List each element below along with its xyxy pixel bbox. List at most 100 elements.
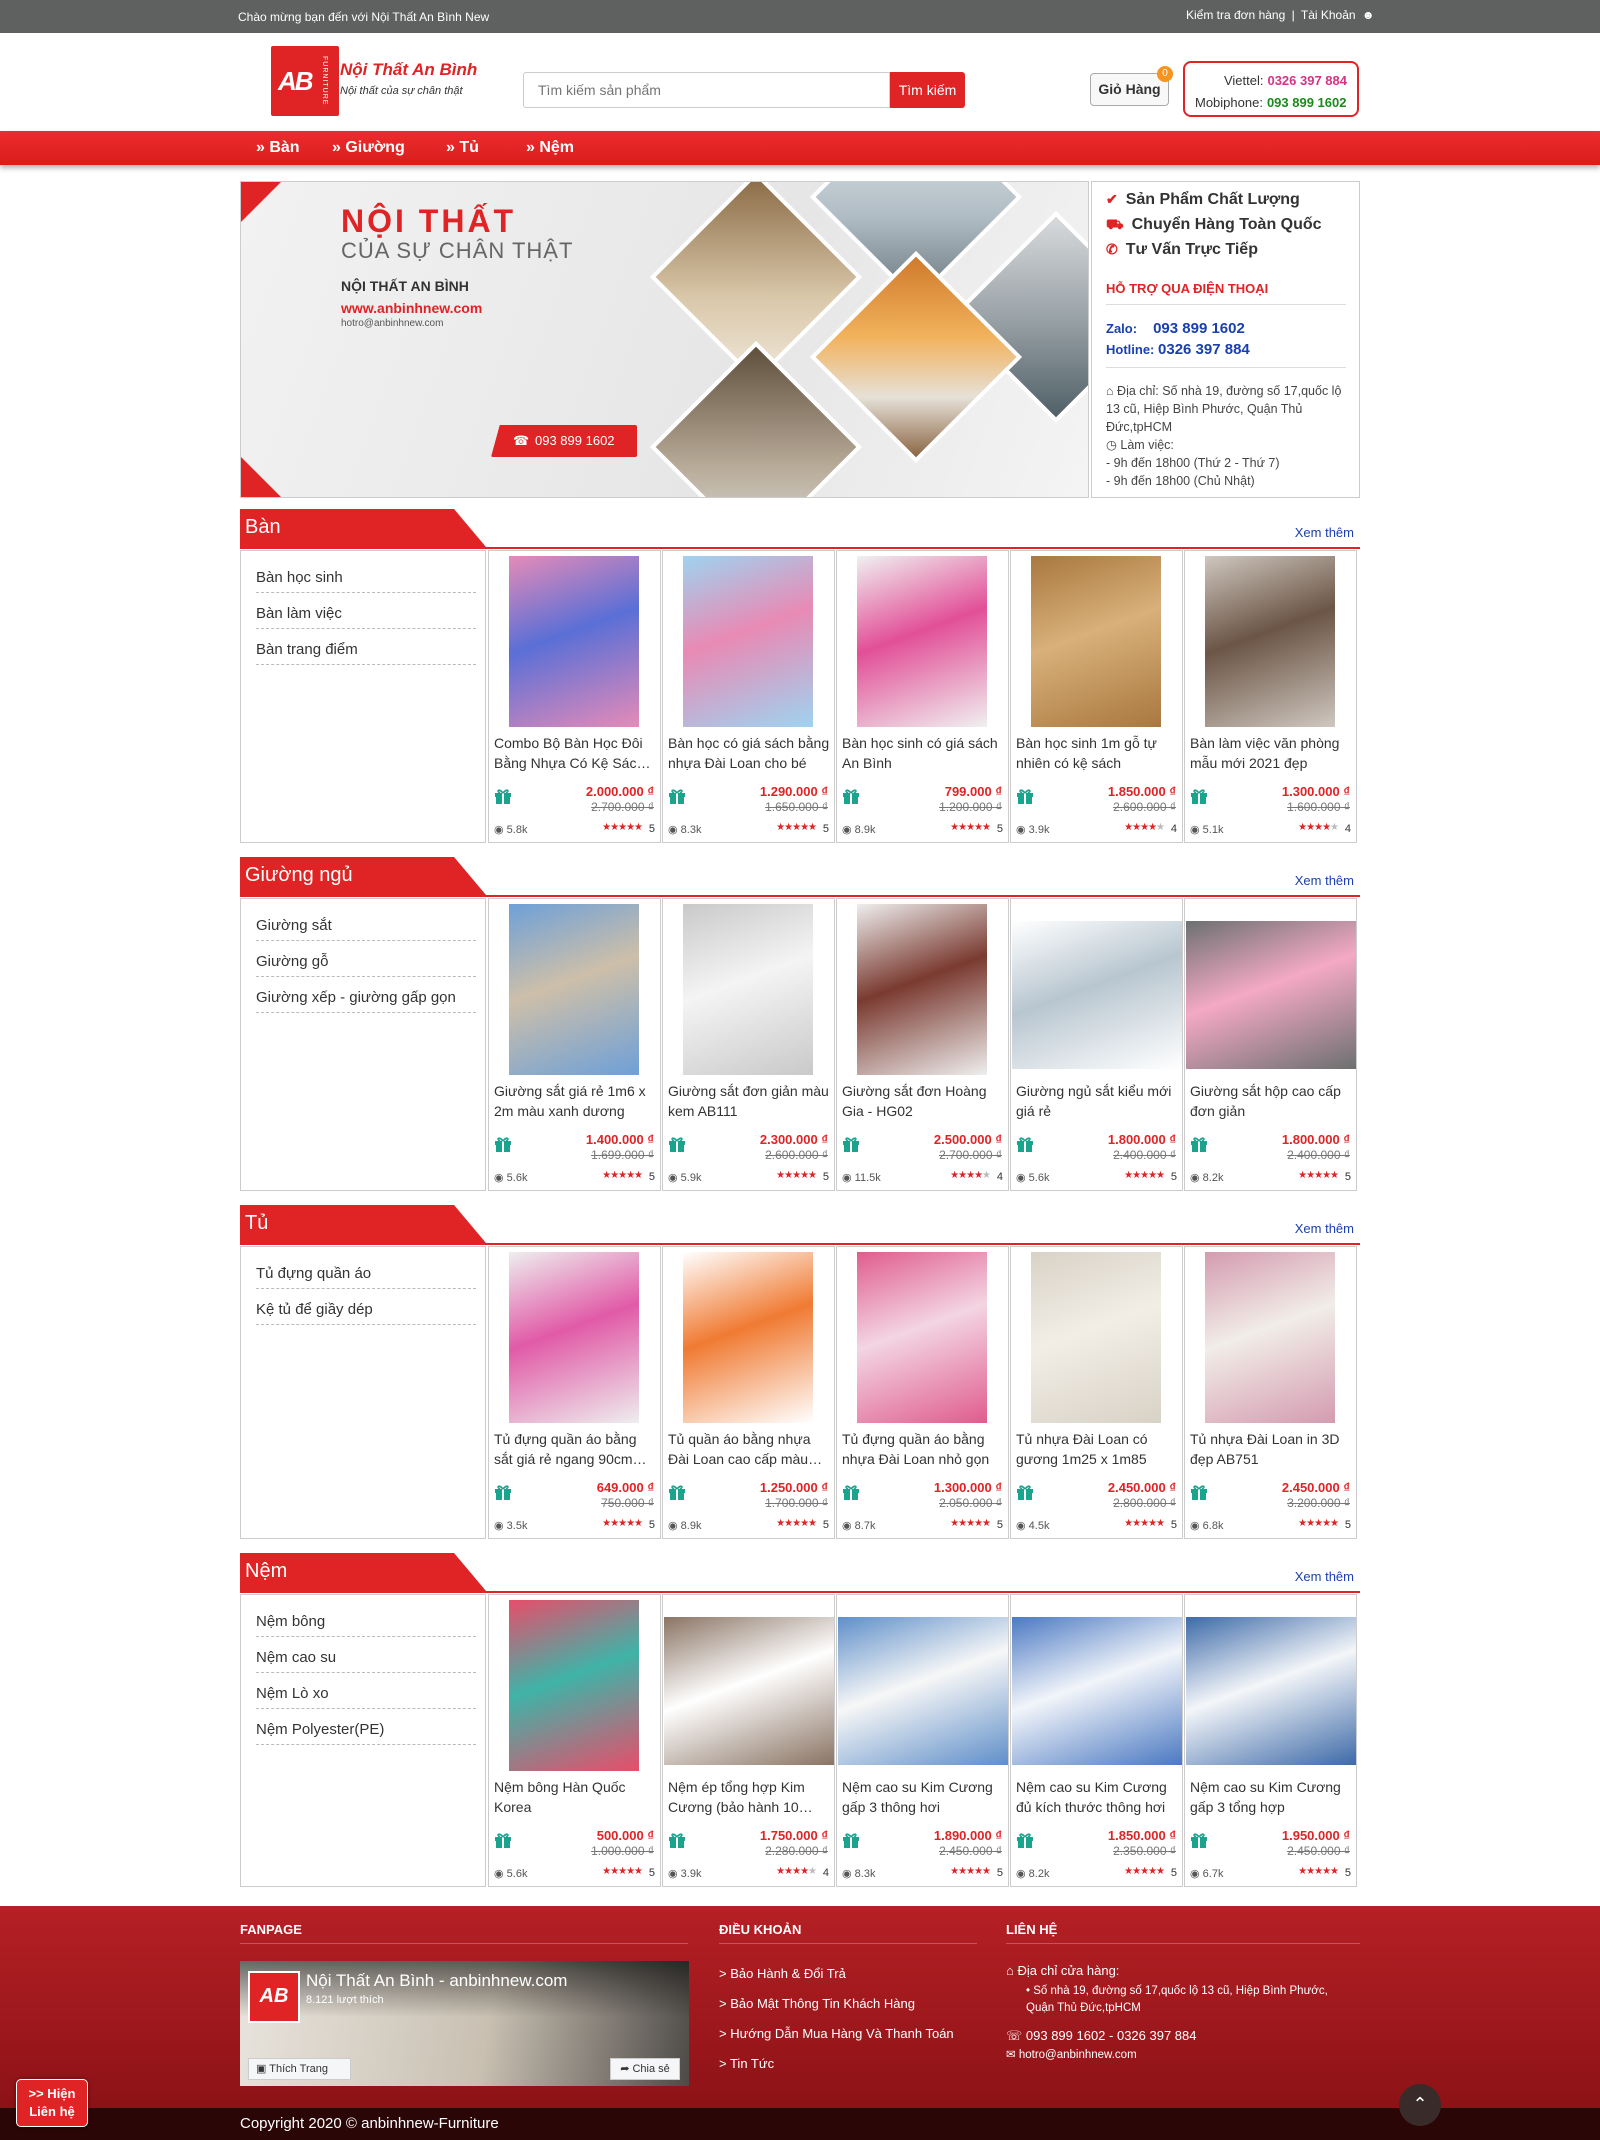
product-name[interactable]: Tủ quần áo bằng nhựa Đài Loan cao cấp mà… xyxy=(668,1429,832,1469)
check-order-link[interactable]: Kiểm tra đơn hàng xyxy=(1186,8,1285,22)
product-card[interactable]: Giường sắt đơn Hoàng Gia - HG02 2.500.000… xyxy=(836,898,1009,1191)
product-image[interactable] xyxy=(509,1600,639,1771)
product-image[interactable] xyxy=(683,1252,813,1423)
scroll-top-button[interactable]: ⌃ xyxy=(1399,2084,1441,2126)
product-image[interactable] xyxy=(857,904,987,1075)
product-card[interactable]: Giường sắt đơn giản màu kem AB111 2.300.0… xyxy=(662,898,835,1191)
subcategory-link[interactable]: Giường xếp - giường gấp gọn xyxy=(256,989,476,1013)
logo[interactable]: AB FURNITURE xyxy=(271,46,339,116)
product-name[interactable]: Nệm cao su Kim Cương gấp 3 thông hơi xyxy=(842,1777,1006,1817)
product-card[interactable]: Nệm cao su Kim Cương gấp 3 tổng hợp 1.950… xyxy=(1184,1594,1357,1887)
product-name[interactable]: Giường ngủ sắt kiểu mới giá rẻ xyxy=(1016,1081,1180,1121)
product-card[interactable]: Bàn làm việc văn phòng mẫu mới 2021 đẹp 1… xyxy=(1184,550,1357,843)
product-card[interactable]: Tủ nhựa Đài Loan in 3D đẹp AB751 2.450.00… xyxy=(1184,1246,1357,1539)
brand-name[interactable]: Nội Thất An Bình xyxy=(340,60,477,80)
product-name[interactable]: Giường sắt đơn Hoàng Gia - HG02 xyxy=(842,1081,1006,1121)
product-card[interactable]: Nệm cao su Kim Cương đủ kích thước thông… xyxy=(1010,1594,1183,1887)
hotline-number[interactable]: 0326 397 884 xyxy=(1158,341,1250,358)
see-more-link[interactable]: Xem thêm xyxy=(1295,1221,1354,1236)
product-name[interactable]: Tủ nhựa Đài Loan có gương 1m25 x 1m85 xyxy=(1016,1429,1180,1469)
product-name[interactable]: Tủ nhựa Đài Loan in 3D đẹp AB751 xyxy=(1190,1429,1354,1469)
product-card[interactable]: Giường sắt giá rẻ 1m6 x 2m màu xanh dươn… xyxy=(488,898,661,1191)
subcategory-link[interactable]: Tủ đựng quần áo xyxy=(256,1265,476,1289)
product-card[interactable]: Tủ quần áo bằng nhựa Đài Loan cao cấp mà… xyxy=(662,1246,835,1539)
show-contact-button[interactable]: >> Hiện Liên hệ xyxy=(16,2079,88,2127)
product-card[interactable]: Tủ đựng quần áo bằng nhựa Đài Loan nhỏ g… xyxy=(836,1246,1009,1539)
product-card[interactable]: Giường ngủ sắt kiểu mới giá rẻ 1.800.000 … xyxy=(1010,898,1183,1191)
product-card[interactable]: Tủ đựng quần áo bằng sắt giá rẻ ngang 90… xyxy=(488,1246,661,1539)
search-button[interactable]: Tìm kiếm xyxy=(890,72,965,108)
product-name[interactable]: Nệm ép tổng hợp Kim Cương (bảo hành 10 n… xyxy=(668,1777,832,1817)
see-more-link[interactable]: Xem thêm xyxy=(1295,1569,1354,1584)
category-title[interactable]: Bàn xyxy=(240,509,486,547)
product-image[interactable] xyxy=(857,556,987,727)
mobi-number[interactable]: 093 899 1602 xyxy=(1267,95,1347,110)
product-card[interactable]: Nệm ép tổng hợp Kim Cương (bảo hành 10 n… xyxy=(662,1594,835,1887)
nav-item-giuong[interactable]: » Giường xyxy=(332,139,405,157)
product-name[interactable]: Giường sắt giá rẻ 1m6 x 2m màu xanh dươn… xyxy=(494,1081,658,1121)
product-image[interactable] xyxy=(1205,1252,1335,1423)
subcategory-link[interactable]: Giường gỗ xyxy=(256,953,476,977)
product-image[interactable] xyxy=(1031,556,1161,727)
product-image[interactable] xyxy=(838,1617,1008,1765)
product-image[interactable] xyxy=(509,556,639,727)
product-image[interactable] xyxy=(683,904,813,1075)
product-name[interactable]: Tủ đựng quần áo bằng sắt giá rẻ ngang 90… xyxy=(494,1429,658,1469)
subcategory-link[interactable]: Bàn làm việc xyxy=(256,605,476,629)
share-button[interactable]: ➦ Chia sẻ xyxy=(610,2058,680,2080)
product-image[interactable] xyxy=(509,904,639,1075)
terms-link-privacy[interactable]: > Bảo Mật Thông Tin Khách Hàng xyxy=(719,1996,915,2011)
product-image[interactable] xyxy=(1031,1252,1161,1423)
product-card[interactable]: Bàn học sinh 1m gỗ tự nhiên có kệ sách 1.… xyxy=(1010,550,1183,843)
product-image[interactable] xyxy=(1186,921,1356,1069)
subcategory-link[interactable]: Kệ tủ để giầy dép xyxy=(256,1301,476,1325)
product-name[interactable]: Combo Bộ Bàn Học Đôi Bằng Nhựa Có Kệ Sác… xyxy=(494,733,658,773)
subcategory-link[interactable]: Nệm bông xyxy=(256,1613,476,1637)
product-image[interactable] xyxy=(857,1252,987,1423)
product-name[interactable]: Nệm cao su Kim Cương gấp 3 tổng hợp xyxy=(1190,1777,1354,1817)
search-input[interactable] xyxy=(523,72,890,108)
product-name[interactable]: Nệm cao su Kim Cương đủ kích thước thông… xyxy=(1016,1777,1180,1817)
subcategory-link[interactable]: Nệm Lò xo xyxy=(256,1685,476,1709)
subcategory-link[interactable]: Bàn trang điểm xyxy=(256,641,476,665)
product-card[interactable]: Bàn học có giá sách bằng nhựa Đài Loan c… xyxy=(662,550,835,843)
subcategory-link[interactable]: Bàn học sinh xyxy=(256,569,476,593)
like-page-button[interactable]: ▣ Thích Trang xyxy=(248,2058,351,2080)
product-name[interactable]: Tủ đựng quần áo bằng nhựa Đài Loan nhỏ g… xyxy=(842,1429,1006,1469)
product-card[interactable]: Bàn học sinh có giá sách An Bình 799.000 … xyxy=(836,550,1009,843)
product-image[interactable] xyxy=(1186,1617,1356,1765)
product-name[interactable]: Bàn học sinh 1m gỗ tự nhiên có kệ sách xyxy=(1016,733,1180,773)
zalo-number[interactable]: 093 899 1602 xyxy=(1153,320,1245,337)
product-name[interactable]: Bàn học có giá sách bằng nhựa Đài Loan c… xyxy=(668,733,832,773)
nav-item-nem[interactable]: » Nệm xyxy=(526,139,574,157)
product-image[interactable] xyxy=(1205,556,1335,727)
product-image[interactable] xyxy=(509,1252,639,1423)
product-card[interactable]: Nệm cao su Kim Cương gấp 3 thông hơi 1.89… xyxy=(836,1594,1009,1887)
product-name[interactable]: Giường sắt đơn giản màu kem AB111 xyxy=(668,1081,832,1121)
hero-banner[interactable]: NỘI THẤT CỦA SỰ CHÂN THẬT NỘI THẤT AN BÌ… xyxy=(240,181,1089,498)
product-card[interactable]: Nệm bông Hàn Quốc Korea 500.000 ₫ 1.000.00… xyxy=(488,1594,661,1887)
see-more-link[interactable]: Xem thêm xyxy=(1295,873,1354,888)
fanpage-name[interactable]: Nội Thất An Bình - anbinhnew.com xyxy=(306,1971,567,1991)
terms-link-guide[interactable]: > Hướng Dẫn Mua Hàng Và Thanh Toán xyxy=(719,2026,954,2041)
contact-email[interactable]: ✉ hotro@anbinhnew.com xyxy=(1006,2047,1137,2061)
facebook-fanpage[interactable]: AB Nội Thất An Bình - anbinhnew.com 8.12… xyxy=(240,1961,689,2086)
terms-link-news[interactable]: > Tin Tức xyxy=(719,2056,774,2071)
nav-item-tu[interactable]: » Tủ xyxy=(446,139,479,157)
terms-link-warranty[interactable]: > Bảo Hành & Đổi Trả xyxy=(719,1966,846,1981)
viettel-number[interactable]: 0326 397 884 xyxy=(1267,73,1347,88)
category-title[interactable]: Giường ngủ xyxy=(240,857,486,895)
product-image[interactable] xyxy=(683,556,813,727)
product-name[interactable]: Bàn học sinh có giá sách An Bình xyxy=(842,733,1006,773)
contact-phones[interactable]: ☏ 093 899 1602 - 0326 397 884 xyxy=(1006,2028,1197,2044)
see-more-link[interactable]: Xem thêm xyxy=(1295,525,1354,540)
product-card[interactable]: Tủ nhựa Đài Loan có gương 1m25 x 1m85 2.4… xyxy=(1010,1246,1183,1539)
product-image[interactable] xyxy=(1012,921,1182,1069)
account-link[interactable]: Tài Khoản xyxy=(1301,8,1356,22)
product-name[interactable]: Bàn làm việc văn phòng mẫu mới 2021 đẹp xyxy=(1190,733,1354,773)
product-card[interactable]: Giường sắt hộp cao cấp đơn giản 1.800.000… xyxy=(1184,898,1357,1191)
subcategory-link[interactable]: Nệm Polyester(PE) xyxy=(256,1721,476,1745)
category-title[interactable]: Nệm xyxy=(240,1553,486,1591)
category-title[interactable]: Tủ xyxy=(240,1205,486,1243)
subcategory-link[interactable]: Giường sắt xyxy=(256,917,476,941)
